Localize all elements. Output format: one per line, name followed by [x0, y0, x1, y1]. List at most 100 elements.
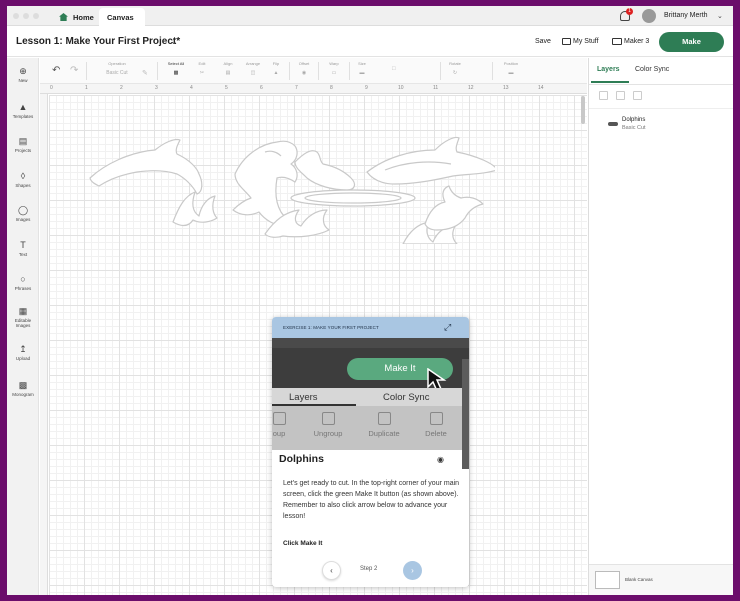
rotate-label: Rotate [449, 61, 461, 66]
sidebar-item-text[interactable]: T Text [7, 238, 39, 268]
screenshot-tool-group: oup [272, 412, 292, 438]
screenshot-layer-name: Dolphins [279, 453, 324, 465]
warp-icon: ▭ [331, 70, 337, 76]
canvas-scrollbar[interactable] [581, 96, 585, 124]
collapse-icon[interactable]: ⤢ [444, 322, 451, 333]
notification-badge: 1 [626, 8, 633, 15]
lock-icon[interactable]: □ [392, 66, 396, 72]
projects-icon: ▤ [18, 136, 28, 146]
sidebar-item-monogram[interactable]: ▩ Monogram [7, 378, 39, 408]
undo-icon[interactable]: ↶ [52, 65, 60, 76]
previous-step-button[interactable]: ‹ [322, 561, 341, 580]
blank-canvas-swatch[interactable] [595, 571, 620, 589]
machine-selector[interactable]: Maker 3 [624, 38, 649, 45]
dolphins-design-image[interactable] [85, 134, 495, 244]
sidebar-item-projects[interactable]: ▤ Projects [7, 134, 39, 164]
my-stuff-button[interactable]: My Stuff [573, 38, 599, 45]
rotate-field[interactable]: Rotate ↻ [443, 61, 467, 77]
sidebar-item-phrases[interactable]: ○ Phrases [7, 272, 39, 302]
sidebar-item-upload[interactable]: ↥ Upload [7, 342, 39, 372]
monogram-icon: ▩ [18, 380, 28, 390]
redo-icon[interactable]: ↷ [70, 65, 78, 76]
size-width-input[interactable]: ▬ [353, 69, 371, 77]
position-x-input[interactable]: ▬ [496, 69, 526, 77]
project-title[interactable]: Lesson 1: Make Your First Project* [16, 36, 180, 47]
edit-button[interactable]: Edit ✂ [191, 61, 213, 77]
screenshot-tool-label: Duplicate [368, 429, 400, 438]
select-all-icon: ▩ [173, 70, 179, 76]
size-field[interactable]: Size ▬ [353, 61, 371, 77]
save-button[interactable]: Save [535, 38, 551, 45]
tab-canvas[interactable]: Canvas [99, 8, 145, 26]
layers-panel: Layers Color Sync Dolphins Basic Cut Bla… [588, 58, 733, 595]
ruler-horizontal: 0 1 2 3 4 5 6 7 8 9 10 11 12 13 14 [40, 84, 587, 94]
tab-layers[interactable]: Layers [597, 66, 620, 73]
ruler-number: 5 [225, 85, 228, 91]
toolbar-divider [289, 62, 290, 80]
layer-operation: Basic Cut [622, 125, 646, 131]
plus-circle-icon: ⊕ [19, 66, 27, 76]
arrange-button[interactable]: Arrange ◫ [241, 61, 265, 77]
offset-icon: ◉ [301, 70, 307, 76]
select-all-button[interactable]: Select All ▩ [161, 61, 191, 77]
ruler-number: 14 [538, 85, 544, 91]
avatar[interactable] [642, 9, 656, 23]
offset-button[interactable]: Offset ◉ [293, 61, 315, 77]
flip-button[interactable]: Flip ▲ [265, 61, 287, 77]
layer-name: Dolphins [622, 117, 646, 123]
ruler-number: 2 [120, 85, 123, 91]
window-controls[interactable] [13, 13, 39, 19]
left-sidebar: ⊕ New ▲ Templates ▤ Projects ◊ Shapes ◯ … [7, 58, 39, 595]
shapes-icon: ◊ [20, 171, 26, 181]
app-window: Home Canvas 1 Brittany Merth ⌄ Lesson 1:… [7, 6, 733, 595]
ruler-number: 11 [433, 85, 439, 91]
arrange-label: Arrange [245, 61, 261, 66]
ruler-number: 13 [503, 85, 509, 91]
ruler-number: 1 [85, 85, 88, 91]
upload-icon: ↥ [19, 344, 27, 354]
select-all-label: Select All [167, 61, 185, 66]
ruler-number: 10 [398, 85, 404, 91]
chevron-down-icon[interactable]: ⌄ [717, 12, 723, 20]
ruler-number: 6 [260, 85, 263, 91]
project-menu-chevron-icon[interactable]: ⌄ [170, 36, 178, 47]
next-step-button[interactable]: › [403, 561, 422, 580]
sidebar-item-label: Projects [14, 148, 32, 153]
trash-icon [429, 412, 443, 425]
duplicate-icon[interactable] [616, 91, 625, 100]
delete-icon[interactable] [633, 91, 642, 100]
exercise-title: EXERCISE 1: MAKE YOUR FIRST PROJECT [283, 325, 379, 330]
screenshot-tool-ungroup: Ungroup [306, 412, 350, 438]
username[interactable]: Brittany Merth [664, 12, 708, 19]
sidebar-item-images[interactable]: ◯ Images [7, 203, 39, 233]
sidebar-item-label: Phrases [14, 286, 32, 291]
screenshot-tool-delete: Delete [418, 412, 454, 438]
warp-button[interactable]: Warp ▭ [323, 61, 345, 77]
sidebar-item-editable-images[interactable]: ▦ Editable Images [7, 304, 39, 334]
operation-dropdown[interactable]: Operation Basic Cut [92, 61, 142, 77]
blank-canvas-row[interactable]: Blank Canvas [589, 564, 733, 595]
pen-icon[interactable]: ✎ [142, 69, 148, 77]
screenshot-tool-label: Ungroup [313, 429, 343, 438]
tab-color-sync[interactable]: Color Sync [635, 66, 669, 73]
sidebar-item-templates[interactable]: ▲ Templates [7, 100, 39, 130]
flip-label: Flip [272, 61, 280, 66]
tab-home-label: Home [73, 12, 94, 22]
my-stuff-icon [562, 38, 571, 45]
layer-actions [599, 91, 642, 100]
ungroup-icon [321, 412, 335, 425]
duplicate-icon [377, 412, 391, 425]
tab-home[interactable]: Home [51, 8, 102, 26]
group-icon[interactable] [599, 91, 608, 100]
eye-icon: ◉ [437, 455, 444, 464]
panel-divider [589, 108, 733, 109]
layer-row-dolphins[interactable]: Dolphins Basic Cut [589, 112, 733, 140]
position-field[interactable]: Position ▬ [496, 61, 526, 77]
title-bar: Home Canvas 1 Brittany Merth ⌄ [7, 6, 733, 26]
toolbar-divider [86, 62, 87, 80]
sidebar-item-shapes[interactable]: ◊ Shapes [7, 169, 39, 199]
make-button[interactable]: Make [659, 32, 724, 52]
sidebar-item-new[interactable]: ⊕ New [7, 64, 39, 94]
position-label: Position [503, 61, 519, 66]
align-button[interactable]: Align ▤ [217, 61, 239, 77]
